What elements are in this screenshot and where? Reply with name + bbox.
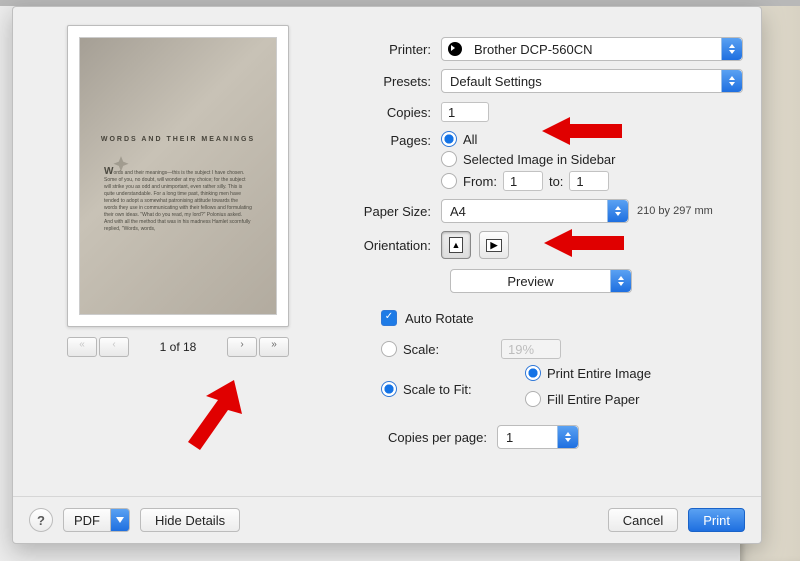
presets-select[interactable]: Default Settings [441,69,743,93]
paper-size-label: Paper Size: [339,204,431,219]
chevron-down-icon [111,508,130,532]
pages-all-label: All [463,132,477,147]
select-stepper-icon [721,38,742,60]
pages-range-radio[interactable] [441,173,457,189]
section-select[interactable]: Preview [450,269,632,293]
preview-page-heading: WORDS AND THEIR MEANINGS [80,136,276,143]
fill-entire-paper-label: Fill Entire Paper [547,392,639,407]
print-button[interactable]: Print [688,508,745,532]
pages-selected-label: Selected Image in Sidebar [463,152,615,167]
pages-to-input[interactable] [569,171,609,191]
printer-label: Printer: [339,42,431,57]
scale-to-fit-label: Scale to Fit: [403,382,495,397]
copies-label: Copies: [339,105,431,120]
scale-label: Scale: [403,342,495,357]
presets-label: Presets: [339,74,431,89]
cancel-button[interactable]: Cancel [608,508,678,532]
print-preview-frame: WORDS AND THEIR MEANINGS Words and their… [67,25,289,327]
print-entire-image-label: Print Entire Image [547,366,651,381]
paper-size-value: A4 [442,204,607,219]
pages-selected-radio[interactable] [441,151,457,167]
auto-rotate-checkbox[interactable]: ✓ [381,310,397,326]
pages-all-radio[interactable] [441,131,457,147]
pager-next-button[interactable]: › [227,337,257,357]
paper-size-select[interactable]: A4 [441,199,629,223]
pages-from-label: From: [463,174,497,189]
pager-first-button[interactable]: « [67,337,97,357]
copies-per-page-value: 1 [498,430,557,445]
printer-icon [448,42,462,56]
printer-select[interactable]: Brother DCP-560CN [441,37,743,61]
scale-to-fit-radio[interactable] [381,381,397,397]
copies-input[interactable] [441,102,489,122]
select-stepper-icon [607,200,628,222]
hide-details-button[interactable]: Hide Details [140,508,240,532]
copies-per-page-label: Copies per page: [339,430,487,445]
portrait-icon: ▲ [449,237,463,253]
select-stepper-icon [557,426,578,448]
pdf-label: PDF [74,513,100,528]
pages-label: Pages: [339,131,431,148]
paper-dimensions: 210 by 297 mm [637,205,713,217]
pager-position-label: 1 of 18 [138,340,218,354]
scale-radio[interactable] [381,341,397,357]
print-dialog: WORDS AND THEIR MEANINGS Words and their… [12,6,762,544]
orientation-landscape-button[interactable]: ▶ [479,231,509,259]
preview-page-body: Words and their meanings—this is the sub… [104,168,252,233]
pages-to-label: to: [549,174,563,189]
pdf-menu-button[interactable]: PDF [63,508,130,532]
dialog-footer: ? PDF Hide Details Cancel Print [13,496,761,543]
pages-from-input[interactable] [503,171,543,191]
fill-entire-paper-radio[interactable] [525,391,541,407]
scale-percent-input[interactable] [501,339,561,359]
auto-rotate-label: Auto Rotate [405,311,474,326]
orientation-label: Orientation: [339,238,431,253]
print-preview-page: WORDS AND THEIR MEANINGS Words and their… [79,37,277,315]
print-entire-image-radio[interactable] [525,365,541,381]
copies-per-page-select[interactable]: 1 [497,425,579,449]
help-button[interactable]: ? [29,508,53,532]
presets-select-value: Default Settings [442,74,721,89]
preview-pager: « ‹ 1 of 18 › » [66,337,290,357]
select-stepper-icon [610,270,631,292]
section-select-value: Preview [451,274,610,289]
pager-prev-button[interactable]: ‹ [99,337,129,357]
select-stepper-icon [721,70,742,92]
printer-select-value: Brother DCP-560CN [466,42,721,57]
orientation-portrait-button[interactable]: ▲ [441,231,471,259]
pager-last-button[interactable]: » [259,337,289,357]
landscape-icon: ▶ [486,239,502,252]
